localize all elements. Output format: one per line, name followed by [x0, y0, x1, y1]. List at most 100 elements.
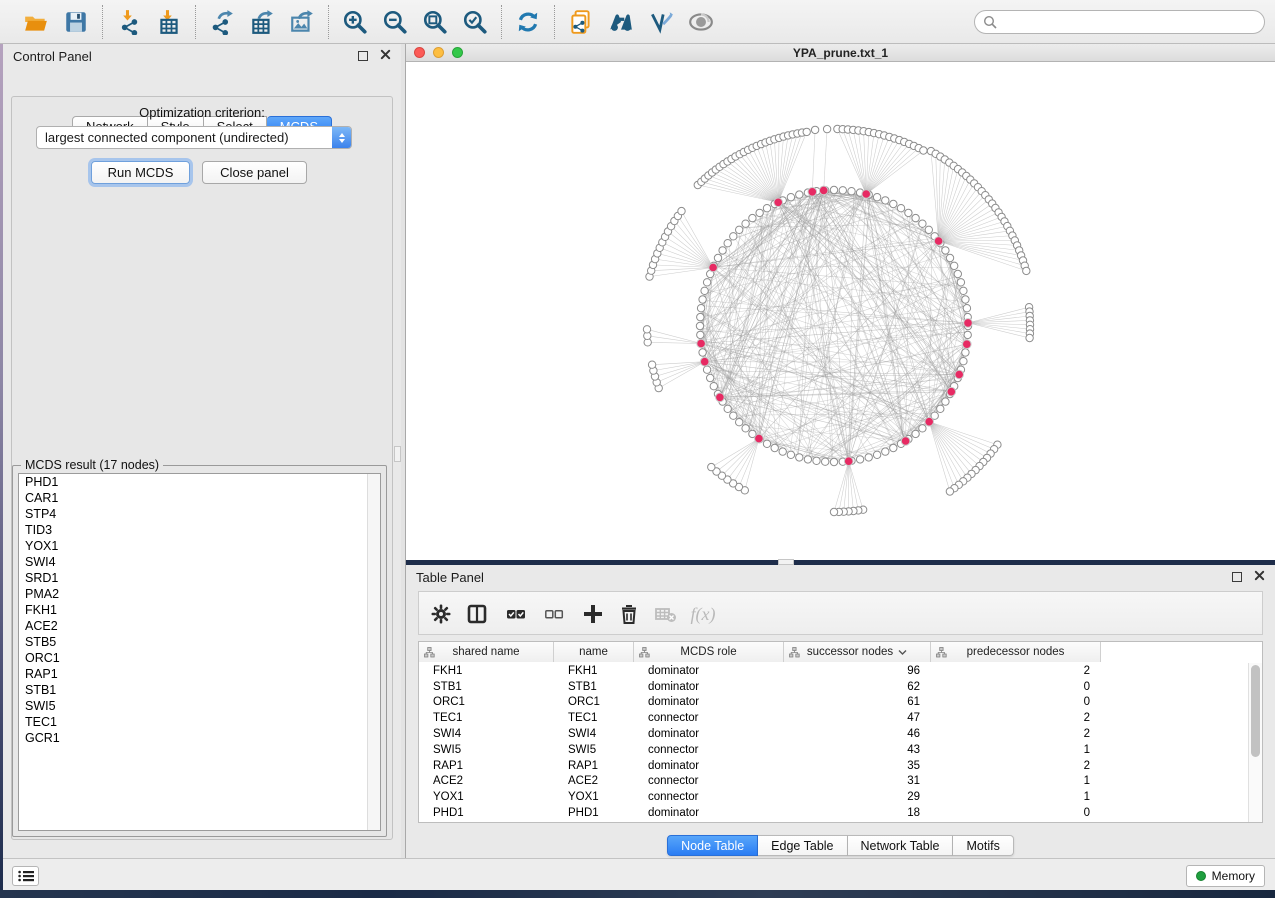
graph-node[interactable]	[703, 279, 710, 286]
tab-edge-table[interactable]: Edge Table	[758, 835, 847, 856]
graph-node[interactable]	[830, 186, 837, 193]
graph-node[interactable]	[699, 349, 706, 356]
import-network-button[interactable]	[112, 6, 146, 38]
mcds-hub-node[interactable]	[901, 437, 910, 446]
close-panel-icon[interactable]	[380, 47, 391, 65]
mcds-hub-node[interactable]	[862, 190, 871, 199]
mcds-hub-node[interactable]	[700, 357, 709, 366]
graph-node[interactable]	[946, 488, 953, 495]
table-row[interactable]: SWI4SWI4dominator462	[419, 726, 1248, 742]
export-table-button[interactable]	[245, 6, 279, 38]
graph-node[interactable]	[714, 254, 721, 261]
settings-gear-button[interactable]	[426, 599, 456, 629]
open-session-button[interactable]	[19, 6, 53, 38]
mcds-hub-node[interactable]	[964, 319, 973, 328]
graph-node[interactable]	[912, 430, 919, 437]
optimization-criterion-select[interactable]: largest connected component (undirected)	[36, 126, 352, 149]
graph-node[interactable]	[960, 358, 967, 365]
graph-node[interactable]	[742, 220, 749, 227]
mcds-result-item[interactable]: SWI5	[19, 698, 380, 714]
mcds-result-item[interactable]: RAP1	[19, 666, 380, 682]
graph-node[interactable]	[882, 197, 889, 204]
tab-node-table[interactable]: Node Table	[667, 835, 758, 856]
graph-node[interactable]	[771, 444, 778, 451]
graph-node[interactable]	[920, 147, 927, 154]
graph-node[interactable]	[763, 205, 770, 212]
graph-node[interactable]	[960, 287, 967, 294]
mcds-result-item[interactable]: GCR1	[19, 730, 380, 746]
graph-node[interactable]	[942, 398, 949, 405]
graph-node[interactable]	[890, 200, 897, 207]
graph-node[interactable]	[736, 226, 743, 233]
mcds-hub-node[interactable]	[925, 417, 934, 426]
mcds-result-item[interactable]: STB5	[19, 634, 380, 650]
mcds-result-item[interactable]: STB1	[19, 682, 380, 698]
graph-node[interactable]	[796, 191, 803, 198]
mcds-list-scrollbar[interactable]	[367, 474, 380, 830]
mcds-hub-node[interactable]	[963, 340, 972, 349]
graph-node[interactable]	[830, 508, 837, 515]
graph-node[interactable]	[839, 187, 846, 194]
save-session-button[interactable]	[59, 6, 93, 38]
network-canvas[interactable]	[406, 62, 1275, 560]
graph-node[interactable]	[796, 454, 803, 461]
mcds-hub-node[interactable]	[697, 339, 706, 348]
mcds-result-item[interactable]: FKH1	[19, 602, 380, 618]
mcds-result-item[interactable]: STP4	[19, 506, 380, 522]
visual-properties-button[interactable]	[644, 6, 678, 38]
network-window-titlebar[interactable]: YPA_prune.txt_1	[406, 44, 1275, 62]
table-row[interactable]: FKH1FKH1dominator962	[419, 663, 1248, 679]
float-panel-icon[interactable]	[1232, 572, 1242, 582]
graph-node[interactable]	[787, 194, 794, 201]
graph-node[interactable]	[919, 425, 926, 432]
table-row[interactable]: RAP1RAP1dominator352	[419, 758, 1248, 774]
preview-eye-button[interactable]	[684, 6, 718, 38]
mcds-result-item[interactable]: TID3	[19, 522, 380, 538]
graph-node[interactable]	[701, 287, 708, 294]
graph-node[interactable]	[724, 240, 731, 247]
graph-node[interactable]	[830, 458, 837, 465]
mcds-hub-node[interactable]	[844, 457, 853, 466]
graph-node[interactable]	[882, 448, 889, 455]
mcds-result-item[interactable]: PMA2	[19, 586, 380, 602]
graph-node[interactable]	[813, 457, 820, 464]
graph-node[interactable]	[697, 331, 704, 338]
graph-node[interactable]	[803, 128, 810, 135]
graph-node[interactable]	[648, 361, 655, 368]
graph-node[interactable]	[703, 366, 710, 373]
zoom-in-button[interactable]	[338, 6, 372, 38]
tab-motifs[interactable]: Motifs	[953, 835, 1013, 856]
task-history-button[interactable]	[12, 866, 39, 886]
graph-node[interactable]	[730, 412, 737, 419]
mcds-result-item[interactable]: SWI4	[19, 554, 380, 570]
mcds-result-item[interactable]: SRD1	[19, 570, 380, 586]
graph-node[interactable]	[905, 209, 912, 216]
export-network-button[interactable]	[205, 6, 239, 38]
graph-node[interactable]	[678, 207, 685, 214]
graph-node[interactable]	[873, 451, 880, 458]
graph-node[interactable]	[710, 383, 717, 390]
zoom-selected-button[interactable]	[458, 6, 492, 38]
graph-node[interactable]	[707, 374, 714, 381]
graph-node[interactable]	[919, 220, 926, 227]
graph-node[interactable]	[897, 205, 904, 212]
graph-node[interactable]	[724, 405, 731, 412]
graph-node[interactable]	[804, 456, 811, 463]
graph-node[interactable]	[848, 188, 855, 195]
graph-node[interactable]	[946, 254, 953, 261]
graph-node[interactable]	[925, 226, 932, 233]
delete-column-button[interactable]	[614, 599, 644, 629]
import-table-button[interactable]	[152, 6, 186, 38]
graph-node[interactable]	[749, 214, 756, 221]
graph-node[interactable]	[756, 209, 763, 216]
mcds-result-item[interactable]: CAR1	[19, 490, 380, 506]
mcds-hub-node[interactable]	[808, 188, 817, 197]
table-row[interactable]: ORC1ORC1dominator610	[419, 695, 1248, 711]
graph-node[interactable]	[937, 405, 944, 412]
graph-node[interactable]	[890, 444, 897, 451]
table-scrollbar[interactable]	[1248, 663, 1262, 822]
mcds-hub-node[interactable]	[955, 370, 964, 379]
mcds-hub-node[interactable]	[716, 393, 725, 402]
export-image-button[interactable]	[285, 6, 319, 38]
mcds-result-item[interactable]: YOX1	[19, 538, 380, 554]
